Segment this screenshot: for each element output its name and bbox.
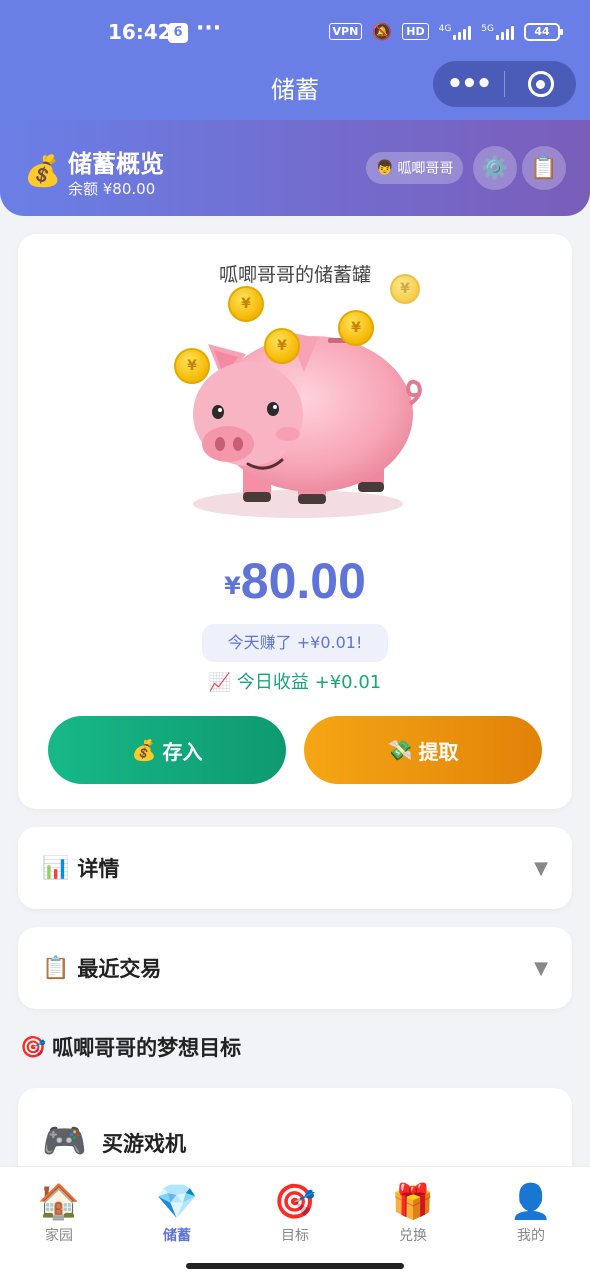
status-bar: 16:42 6 ··· VPN 🔕 HD 4G 5G 44 — [0, 0, 590, 64]
coin-icon: ¥ — [174, 348, 210, 384]
savings-jar-card: 呱唧哥哥的储蓄罐 ¥ ¥ ¥ ¥ ¥ ¥80.00 今天赚了 +¥0.01! 📈… — [18, 234, 572, 809]
target-close-icon — [527, 71, 554, 97]
gem-icon: 💎 — [155, 1182, 199, 1222]
earned-today-badge: 今天赚了 +¥0.01! — [202, 624, 388, 662]
user-name: 呱唧哥哥 — [397, 161, 454, 177]
deposit-button[interactable]: 💰 存入 — [48, 716, 286, 784]
transactions-label: 最近交易 — [77, 957, 162, 981]
flying-money-icon: 💸 — [387, 738, 413, 762]
tab-label: 储蓄 — [163, 1228, 191, 1244]
tab-savings[interactable]: 💎 储蓄 — [118, 1167, 236, 1254]
gift-icon: 🎁 — [391, 1182, 435, 1222]
coin-icon: ¥ — [390, 274, 420, 304]
tab-redeem[interactable]: 🎁 兑换 — [354, 1167, 472, 1254]
target-icon: 🎯 — [20, 1034, 47, 1059]
withdraw-button[interactable]: 💸 提取 — [304, 716, 542, 784]
coin-icon: ¥ — [228, 286, 264, 322]
tab-label: 目标 — [281, 1228, 309, 1244]
goal-name: 买游戏机 — [102, 1132, 186, 1156]
savings-overview-header: 💰 储蓄概览 余额 ¥80.00 👦 呱唧哥哥 ⚙️ 📋 — [0, 120, 590, 216]
money-bag-icon: 💰 — [131, 738, 157, 762]
deposit-label: 存入 — [162, 739, 203, 764]
chart-up-icon: 📈 — [208, 672, 232, 693]
signal-5g-icon: 5G — [481, 24, 514, 40]
signal-4g-icon: 4G — [439, 24, 472, 40]
gear-icon: ⚙️ — [481, 155, 509, 181]
settings-button[interactable]: ⚙️ — [473, 146, 517, 190]
today-income-text: 今日收益 +¥0.01 — [236, 672, 382, 693]
goals-heading: 🎯 呱唧哥哥的梦想目标 — [20, 1032, 241, 1062]
user-switch-button[interactable]: 👦 呱唧哥哥 — [366, 152, 464, 184]
close-mini-program-button[interactable] — [505, 71, 576, 97]
withdraw-label: 提取 — [418, 739, 459, 764]
coin-icon: ¥ — [338, 310, 374, 346]
user-icon: 👤 — [509, 1182, 553, 1222]
details-label: 详情 — [77, 857, 120, 881]
chevron-down-icon: ▼ — [534, 857, 548, 879]
house-icon: 🏠 — [37, 1182, 81, 1222]
hd-icon: HD — [402, 23, 429, 40]
status-time: 16:42 — [108, 20, 172, 44]
transactions-section-toggle[interactable]: 📋 最近交易 ▼ — [18, 927, 572, 1009]
overview-title: 储蓄概览 — [68, 150, 164, 178]
tab-home[interactable]: 🏠 家园 — [0, 1167, 118, 1254]
nav-bar: 储蓄 ••• — [0, 61, 590, 120]
savings-amount: ¥80.00 — [18, 552, 572, 610]
mute-icon: 🔕 — [372, 22, 393, 41]
mini-program-capsule: ••• — [433, 61, 576, 107]
game-controller-icon: 🎮 — [42, 1121, 87, 1162]
chevron-down-icon: ▼ — [534, 957, 548, 979]
bottom-tab-bar: 🏠 家园 💎 储蓄 🎯 目标 🎁 兑换 👤 我的 — [0, 1166, 590, 1254]
vpn-icon: VPN — [328, 23, 363, 40]
tab-goals[interactable]: 🎯 目标 — [236, 1167, 354, 1254]
home-indicator — [0, 1254, 590, 1278]
bar-chart-icon: 📊 — [42, 855, 70, 881]
tab-label: 兑换 — [399, 1228, 427, 1244]
piggy-bank-illustration: ¥ ¥ ¥ ¥ ¥ — [148, 274, 438, 534]
app-notification-icon: 6 — [168, 23, 188, 43]
battery-icon: 44 — [524, 22, 563, 41]
clipboard-icon: 📋 — [530, 155, 558, 181]
currency-symbol: ¥ — [224, 572, 241, 600]
boy-avatar-icon: 👦 — [376, 160, 394, 176]
amount-value: 80.00 — [240, 553, 366, 609]
overview-balance: 余额 ¥80.00 — [68, 180, 156, 198]
goals-title-text: 呱唧哥哥的梦想目标 — [52, 1036, 242, 1060]
status-indicators: VPN 🔕 HD 4G 5G 44 — [328, 22, 563, 41]
status-more-icon: ··· — [196, 16, 222, 41]
clipboard-icon: 📋 — [42, 955, 70, 981]
records-button[interactable]: 📋 — [522, 146, 566, 190]
tab-label: 我的 — [517, 1228, 545, 1244]
target-icon: 🎯 — [273, 1182, 317, 1222]
more-options-button[interactable]: ••• — [433, 61, 504, 107]
tab-label: 家园 — [45, 1228, 73, 1244]
jar-title: 呱唧哥哥的储蓄罐 — [218, 264, 371, 286]
money-bag-icon: 💰 — [24, 154, 62, 189]
coin-icon: ¥ — [264, 328, 300, 364]
details-section-toggle[interactable]: 📊 详情 ▼ — [18, 827, 572, 909]
tab-profile[interactable]: 👤 我的 — [472, 1167, 590, 1254]
today-income: 📈 今日收益 +¥0.01 — [18, 668, 572, 694]
piggy-bank-icon — [193, 332, 422, 518]
